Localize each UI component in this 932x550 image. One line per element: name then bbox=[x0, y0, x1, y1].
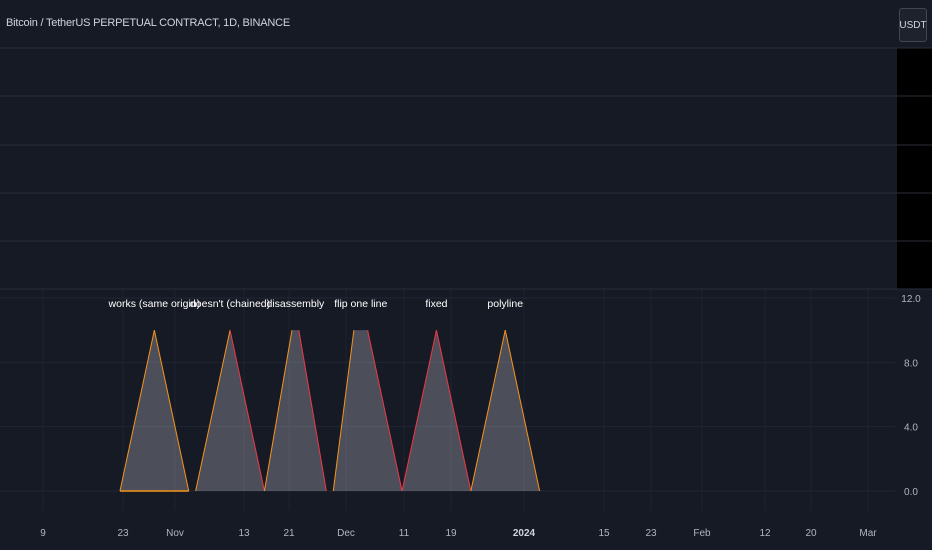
drawn-shapes bbox=[119, 330, 541, 492]
shape-label: doesn't (chained) bbox=[190, 298, 270, 310]
x-tick-label: Mar bbox=[859, 528, 877, 539]
shape-label: polyline bbox=[487, 298, 523, 310]
y-tick-label: 12.0 bbox=[901, 294, 921, 305]
x-tick-label: 9 bbox=[40, 528, 46, 539]
upper-pane-grid bbox=[0, 47, 932, 242]
y-tick-label: 4.0 bbox=[904, 423, 918, 434]
x-tick-label: 20 bbox=[805, 528, 817, 539]
shape-label: disassembly bbox=[267, 298, 326, 310]
x-tick-label: Feb bbox=[693, 528, 711, 539]
shape-label: flip one line bbox=[334, 298, 387, 310]
y-tick-label: 0.0 bbox=[904, 487, 918, 498]
price-axis: 12.0 8.0 4.0 0.0 bbox=[901, 294, 921, 498]
shape-fill bbox=[264, 330, 327, 491]
x-tick-label: Dec bbox=[337, 528, 355, 539]
time-axis: 9 23 Nov 13 21 Dec 11 19 2024 15 23 Feb 12 20 Mar bbox=[40, 528, 877, 539]
x-tick-label: 21 bbox=[283, 528, 295, 539]
shape-labels: works (same origin)doesn't (chained)disa… bbox=[108, 298, 524, 310]
x-tick-label: 15 bbox=[598, 528, 610, 539]
shape-label: fixed bbox=[425, 298, 447, 310]
shape-fill bbox=[195, 330, 265, 491]
shape-fill bbox=[119, 330, 189, 491]
x-tick-label: 23 bbox=[645, 528, 657, 539]
x-tick-label: 12 bbox=[759, 528, 771, 539]
currency-button[interactable]: USDT bbox=[899, 8, 927, 42]
x-tick-label: 13 bbox=[238, 528, 250, 539]
y-tick-label: 8.0 bbox=[904, 358, 918, 369]
price-axis-background bbox=[897, 48, 932, 289]
chart-app: works (same origin) doesn't (chained) disa… bbox=[0, 0, 932, 550]
x-tick-label: 11 bbox=[399, 528, 410, 539]
x-tick-label: Nov bbox=[166, 528, 184, 539]
x-tick-label: 19 bbox=[445, 528, 457, 539]
x-tick-label: 2024 bbox=[513, 528, 536, 539]
symbol-title[interactable]: Bitcoin / TetherUS PERPETUAL CONTRACT, 1… bbox=[6, 17, 290, 29]
shape-fill bbox=[470, 330, 540, 491]
chart-canvas[interactable]: works (same origin)doesn't (chained)disa… bbox=[0, 0, 932, 550]
shape-label: works (same origin) bbox=[108, 298, 201, 310]
x-tick-label: 23 bbox=[117, 528, 129, 539]
shape-fill bbox=[402, 330, 471, 491]
